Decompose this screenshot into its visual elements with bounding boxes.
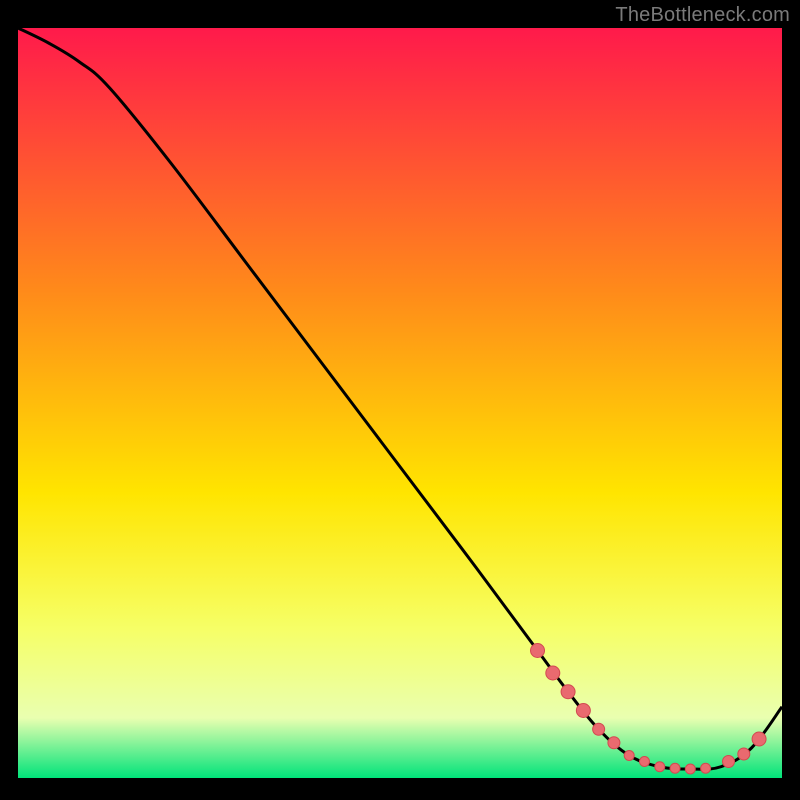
valley-dot <box>576 704 590 718</box>
valley-dot <box>701 763 711 773</box>
valley-dot <box>670 763 680 773</box>
valley-dot <box>723 756 735 768</box>
bottleneck-chart <box>0 0 800 800</box>
gradient-panel <box>18 28 782 778</box>
valley-dot <box>752 732 766 746</box>
valley-dot <box>685 764 695 774</box>
valley-dot <box>593 723 605 735</box>
valley-dot <box>608 737 620 749</box>
chart-container: { "watermark": "TheBottleneck.com", "col… <box>0 0 800 800</box>
valley-dot <box>624 751 634 761</box>
valley-dot <box>531 644 545 658</box>
valley-dot <box>655 762 665 772</box>
valley-dot <box>546 666 560 680</box>
valley-dot <box>639 757 649 767</box>
valley-dot <box>561 685 575 699</box>
watermark-text: TheBottleneck.com <box>615 4 790 27</box>
valley-dot <box>738 748 750 760</box>
